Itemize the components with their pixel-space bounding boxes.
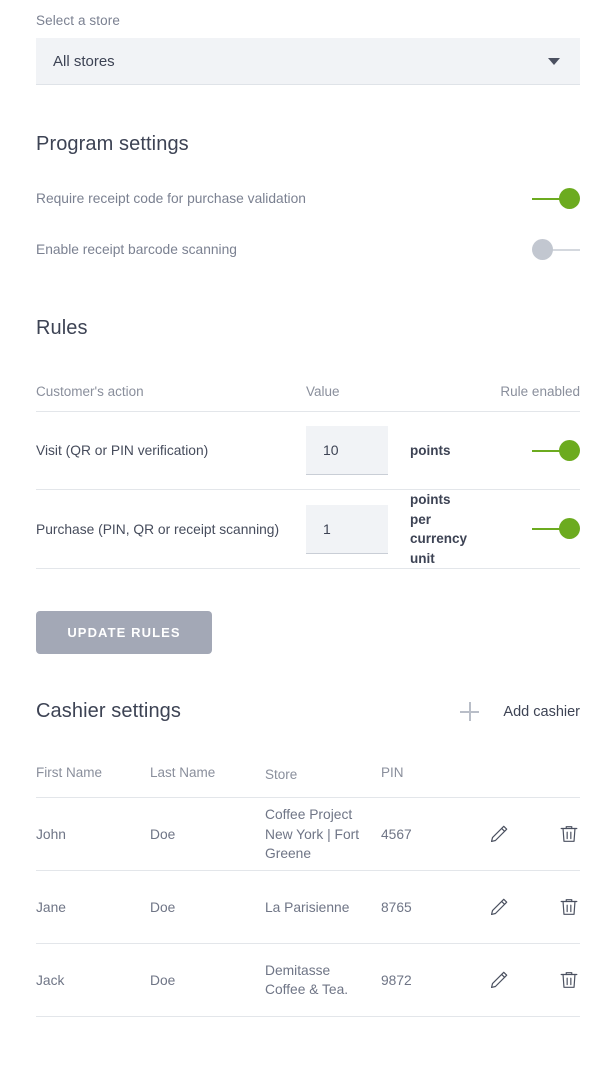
- column-header-last-name: Last Name: [150, 765, 216, 781]
- add-cashier-button[interactable]: Add cashier: [460, 702, 580, 722]
- cell-last-name: Doe: [150, 899, 176, 915]
- column-header-rule-enabled: Rule enabled: [500, 384, 580, 399]
- toggle-enable-barcode-scanning[interactable]: [532, 238, 580, 261]
- cashier-settings-title: Cashier settings: [36, 700, 181, 723]
- program-settings-title: Program settings: [36, 133, 189, 155]
- store-select-label: Select a store: [36, 13, 120, 28]
- pencil-icon[interactable]: [488, 969, 510, 991]
- cell-first-name: Jack: [36, 972, 65, 988]
- pencil-icon[interactable]: [488, 896, 510, 918]
- toggle-knob: [532, 238, 553, 260]
- column-header-pin: PIN: [381, 765, 404, 781]
- toggle-track: [550, 248, 580, 251]
- rule-row-visit: Visit (QR or PIN verification) points: [36, 412, 580, 490]
- rules-title: Rules: [36, 317, 88, 339]
- cell-pin: 4567: [381, 826, 412, 842]
- toggle-knob: [559, 439, 580, 461]
- add-cashier-label: Add cashier: [503, 703, 580, 720]
- toggle-rule-purchase[interactable]: [532, 518, 580, 540]
- rule-toggle-cell: [470, 439, 580, 462]
- row-actions: [488, 896, 580, 918]
- table-row: Jack Doe Demitasse Coffee & Tea. 9872: [36, 944, 580, 1018]
- cell-store: Demitasse Coffee & Tea.: [265, 962, 349, 998]
- cell-store: Coffee Project New York | Fort Greene: [265, 807, 360, 862]
- column-header-value: Value: [306, 384, 340, 399]
- cell-pin: 8765: [381, 899, 412, 915]
- store-select[interactable]: All stores: [36, 38, 580, 85]
- cashier-table-header: First Name Last Name Store PIN: [36, 765, 580, 799]
- update-rules-button[interactable]: UPDATE RULES: [36, 611, 212, 655]
- cell-last-name: Doe: [150, 972, 176, 988]
- setting-row-receipt-code: Require receipt code for purchase valida…: [36, 184, 580, 213]
- cell-last-name: Doe: [150, 826, 176, 842]
- rule-value-group: points: [306, 426, 470, 475]
- row-actions: [488, 969, 580, 991]
- trash-icon[interactable]: [558, 896, 580, 918]
- rule-value-input-visit[interactable]: [306, 426, 388, 475]
- setting-label: Enable receipt barcode scanning: [36, 242, 237, 257]
- column-header-actions: [488, 765, 580, 784]
- plus-icon: [460, 702, 480, 722]
- toggle-rule-visit[interactable]: [532, 439, 580, 462]
- column-header-store: Store: [265, 767, 298, 783]
- rule-row-purchase: Purchase (PIN, QR or receipt scanning) p…: [36, 490, 580, 570]
- settings-page: Select a store All stores Program settin…: [0, 0, 616, 1074]
- rule-action-label: Visit (QR or PIN verification): [36, 443, 209, 458]
- toggle-require-receipt-code[interactable]: [532, 187, 580, 210]
- rule-action-label: Purchase (PIN, QR or receipt scanning): [36, 521, 280, 537]
- table-row: John Doe Coffee Project New York | Fort …: [36, 798, 580, 872]
- trash-icon[interactable]: [558, 969, 580, 991]
- setting-row-barcode-scanning: Enable receipt barcode scanning: [36, 235, 580, 264]
- chevron-down-icon: [548, 57, 560, 65]
- rule-value-group: points per currency unit: [306, 490, 470, 568]
- cell-pin: 9872: [381, 972, 412, 988]
- setting-label: Require receipt code for purchase valida…: [36, 191, 306, 206]
- toggle-track: [532, 528, 562, 531]
- rules-table-header: Customer's action Value Rule enabled: [36, 384, 580, 412]
- toggle-knob: [559, 187, 580, 209]
- rule-unit-label: points: [410, 442, 451, 458]
- column-header-action: Customer's action: [36, 384, 144, 399]
- trash-icon[interactable]: [558, 823, 580, 845]
- row-actions: [488, 823, 580, 845]
- rule-value-input-purchase[interactable]: [306, 504, 388, 554]
- rule-toggle-cell: [470, 518, 580, 540]
- cashier-settings-header: Cashier settings Add cashier: [36, 700, 580, 723]
- column-header-first-name: First Name: [36, 765, 103, 781]
- toggle-track: [532, 197, 562, 200]
- rule-unit-label: points per currency unit: [410, 492, 468, 566]
- store-select-value: All stores: [53, 52, 115, 70]
- toggle-track: [532, 449, 562, 452]
- pencil-icon[interactable]: [488, 823, 510, 845]
- table-row: Jane Doe La Parisienne 8765: [36, 871, 580, 945]
- cell-first-name: John: [36, 826, 66, 842]
- toggle-knob: [559, 518, 580, 540]
- cell-store: La Parisienne: [265, 899, 350, 915]
- cell-first-name: Jane: [36, 899, 66, 915]
